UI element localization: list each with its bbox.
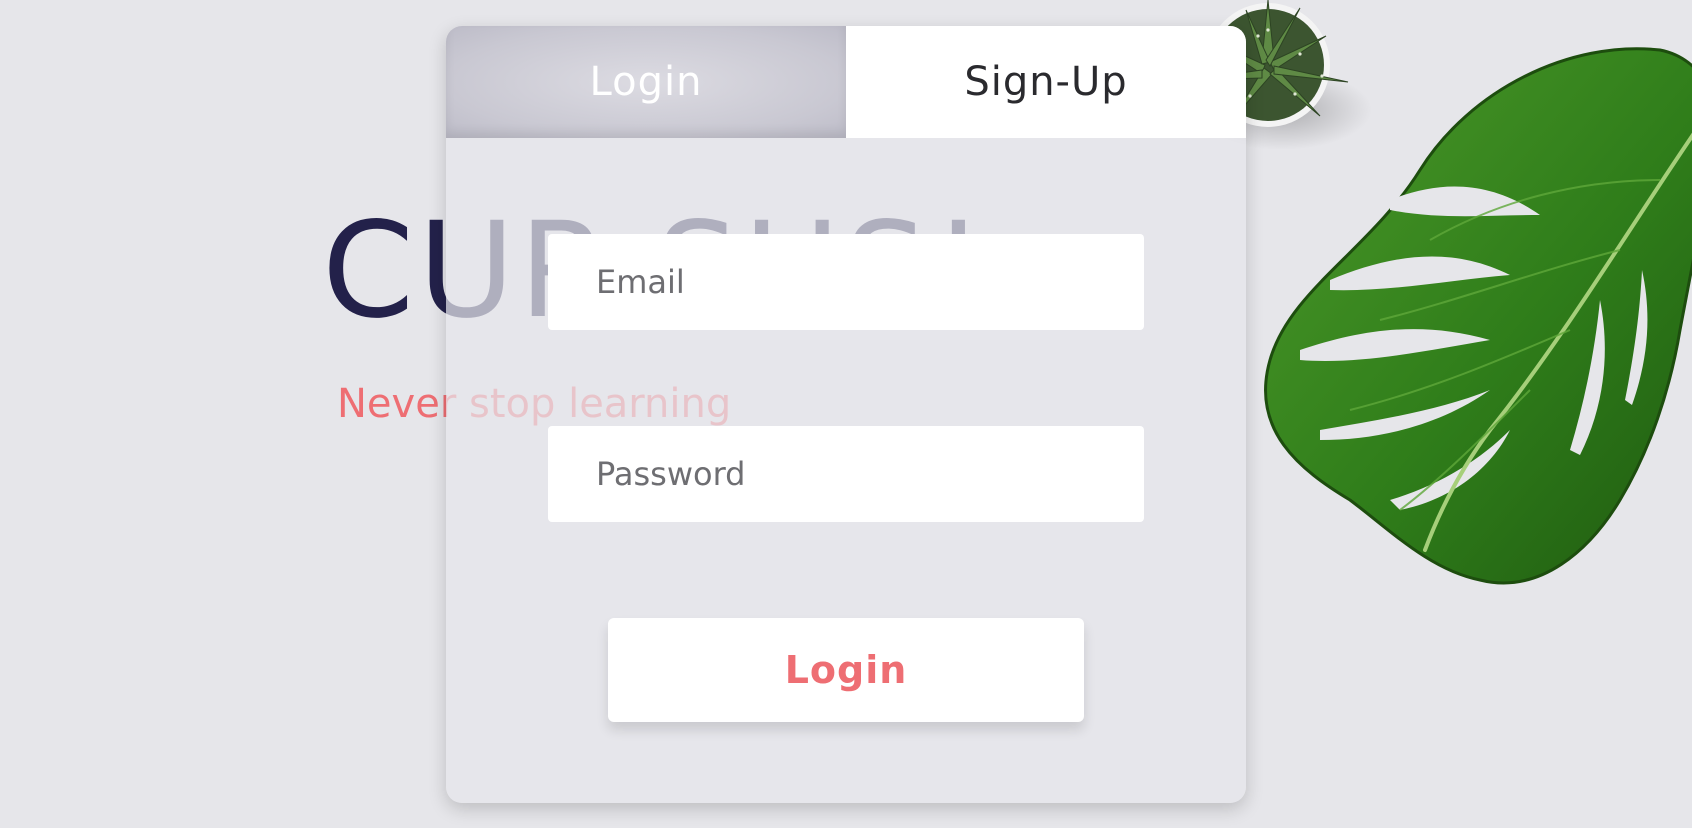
email-input[interactable] — [548, 234, 1144, 330]
auth-tabs: Login Sign-Up — [446, 26, 1246, 138]
login-button[interactable]: Login — [608, 618, 1084, 722]
tab-sign-up[interactable]: Sign-Up — [846, 26, 1246, 138]
password-input[interactable] — [548, 426, 1144, 522]
tab-login[interactable]: Login — [446, 26, 846, 138]
login-card: Login Sign-Up Login — [446, 26, 1246, 803]
monstera-leaf-image — [1264, 47, 1692, 585]
